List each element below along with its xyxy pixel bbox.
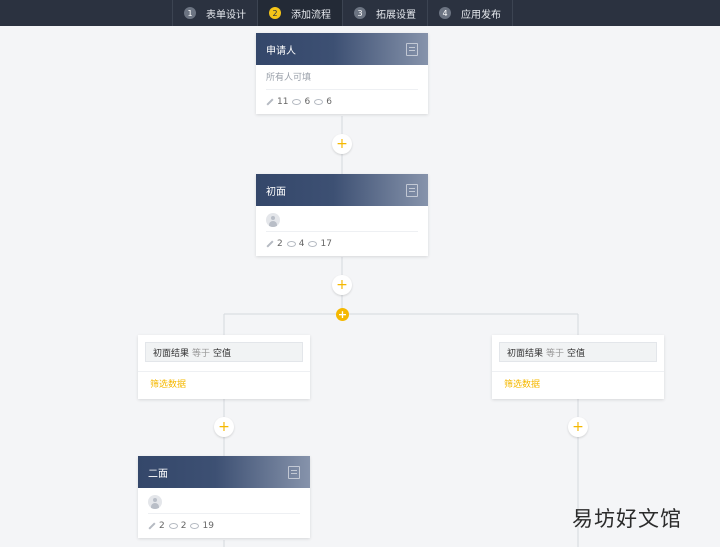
condition-value: 空值 bbox=[567, 348, 586, 359]
add-node-button[interactable]: + bbox=[332, 275, 352, 295]
eye-icon bbox=[168, 523, 178, 529]
node-stats: 2 4 17 bbox=[266, 232, 418, 256]
node-title: 申请人 bbox=[266, 45, 296, 57]
edit-count: 2 bbox=[148, 521, 165, 531]
watermark: 易坊好文馆 bbox=[572, 507, 682, 531]
filter-data-link[interactable]: 筛选数据 bbox=[150, 377, 186, 390]
node-applicant[interactable]: 申请人 所有人可填 11 6 6 bbox=[256, 33, 428, 114]
pen-icon bbox=[266, 240, 274, 248]
node-stats: 11 6 6 bbox=[266, 90, 418, 114]
node-body: 所有人可填 11 6 6 bbox=[256, 65, 428, 114]
condition-operator: 等于 bbox=[546, 348, 565, 359]
condition-field: 初面结果 bbox=[153, 348, 190, 359]
branch-condition-left[interactable]: 初面结果 等于 空值 筛选数据 bbox=[138, 335, 310, 399]
condition-value: 空值 bbox=[213, 348, 232, 359]
view-count: 2 bbox=[168, 521, 186, 531]
eye-icon bbox=[292, 99, 302, 105]
add-node-button[interactable]: + bbox=[214, 417, 234, 437]
assignee-row bbox=[266, 209, 418, 232]
pen-icon bbox=[148, 522, 156, 530]
assignee-row bbox=[148, 491, 300, 514]
pen-icon bbox=[266, 98, 274, 106]
view-count: 6 bbox=[314, 97, 332, 107]
condition-operator: 等于 bbox=[192, 348, 211, 359]
avatar bbox=[148, 495, 162, 509]
node-subtitle: 所有人可填 bbox=[266, 71, 418, 90]
view-count: 17 bbox=[308, 239, 332, 249]
form-icon bbox=[406, 42, 418, 56]
eye-icon bbox=[314, 99, 324, 105]
view-count: 4 bbox=[286, 239, 304, 249]
node-header: 初面 bbox=[256, 174, 428, 206]
filter-data-link[interactable]: 筛选数据 bbox=[504, 377, 540, 390]
node-title: 初面 bbox=[266, 186, 286, 198]
node-title: 二面 bbox=[148, 468, 168, 480]
avatar bbox=[266, 213, 280, 227]
edit-count: 11 bbox=[266, 97, 288, 107]
view-count: 19 bbox=[190, 521, 214, 531]
eye-icon bbox=[286, 241, 296, 247]
eye-icon bbox=[308, 241, 318, 247]
node-first-interview[interactable]: 初面 2 4 17 bbox=[256, 174, 428, 256]
form-icon bbox=[406, 183, 418, 197]
condition-expression: 初面结果 等于 空值 bbox=[145, 342, 303, 362]
node-body: 2 4 17 bbox=[256, 206, 428, 256]
edit-count: 2 bbox=[266, 239, 283, 249]
node-second-interview[interactable]: 二面 2 2 19 bbox=[138, 456, 310, 538]
form-icon bbox=[288, 465, 300, 479]
condition-field: 初面结果 bbox=[507, 348, 544, 359]
divider bbox=[138, 371, 310, 372]
node-header: 申请人 bbox=[256, 33, 428, 65]
divider bbox=[492, 371, 664, 372]
condition-expression: 初面结果 等于 空值 bbox=[499, 342, 657, 362]
node-stats: 2 2 19 bbox=[148, 514, 300, 538]
node-header: 二面 bbox=[138, 456, 310, 488]
add-node-button[interactable]: + bbox=[332, 134, 352, 154]
add-branch-button[interactable]: + bbox=[336, 308, 349, 321]
eye-icon bbox=[190, 523, 200, 529]
view-count: 6 bbox=[292, 97, 310, 107]
add-node-button[interactable]: + bbox=[568, 417, 588, 437]
node-body: 2 2 19 bbox=[138, 488, 310, 538]
branch-condition-right[interactable]: 初面结果 等于 空值 筛选数据 bbox=[492, 335, 664, 399]
